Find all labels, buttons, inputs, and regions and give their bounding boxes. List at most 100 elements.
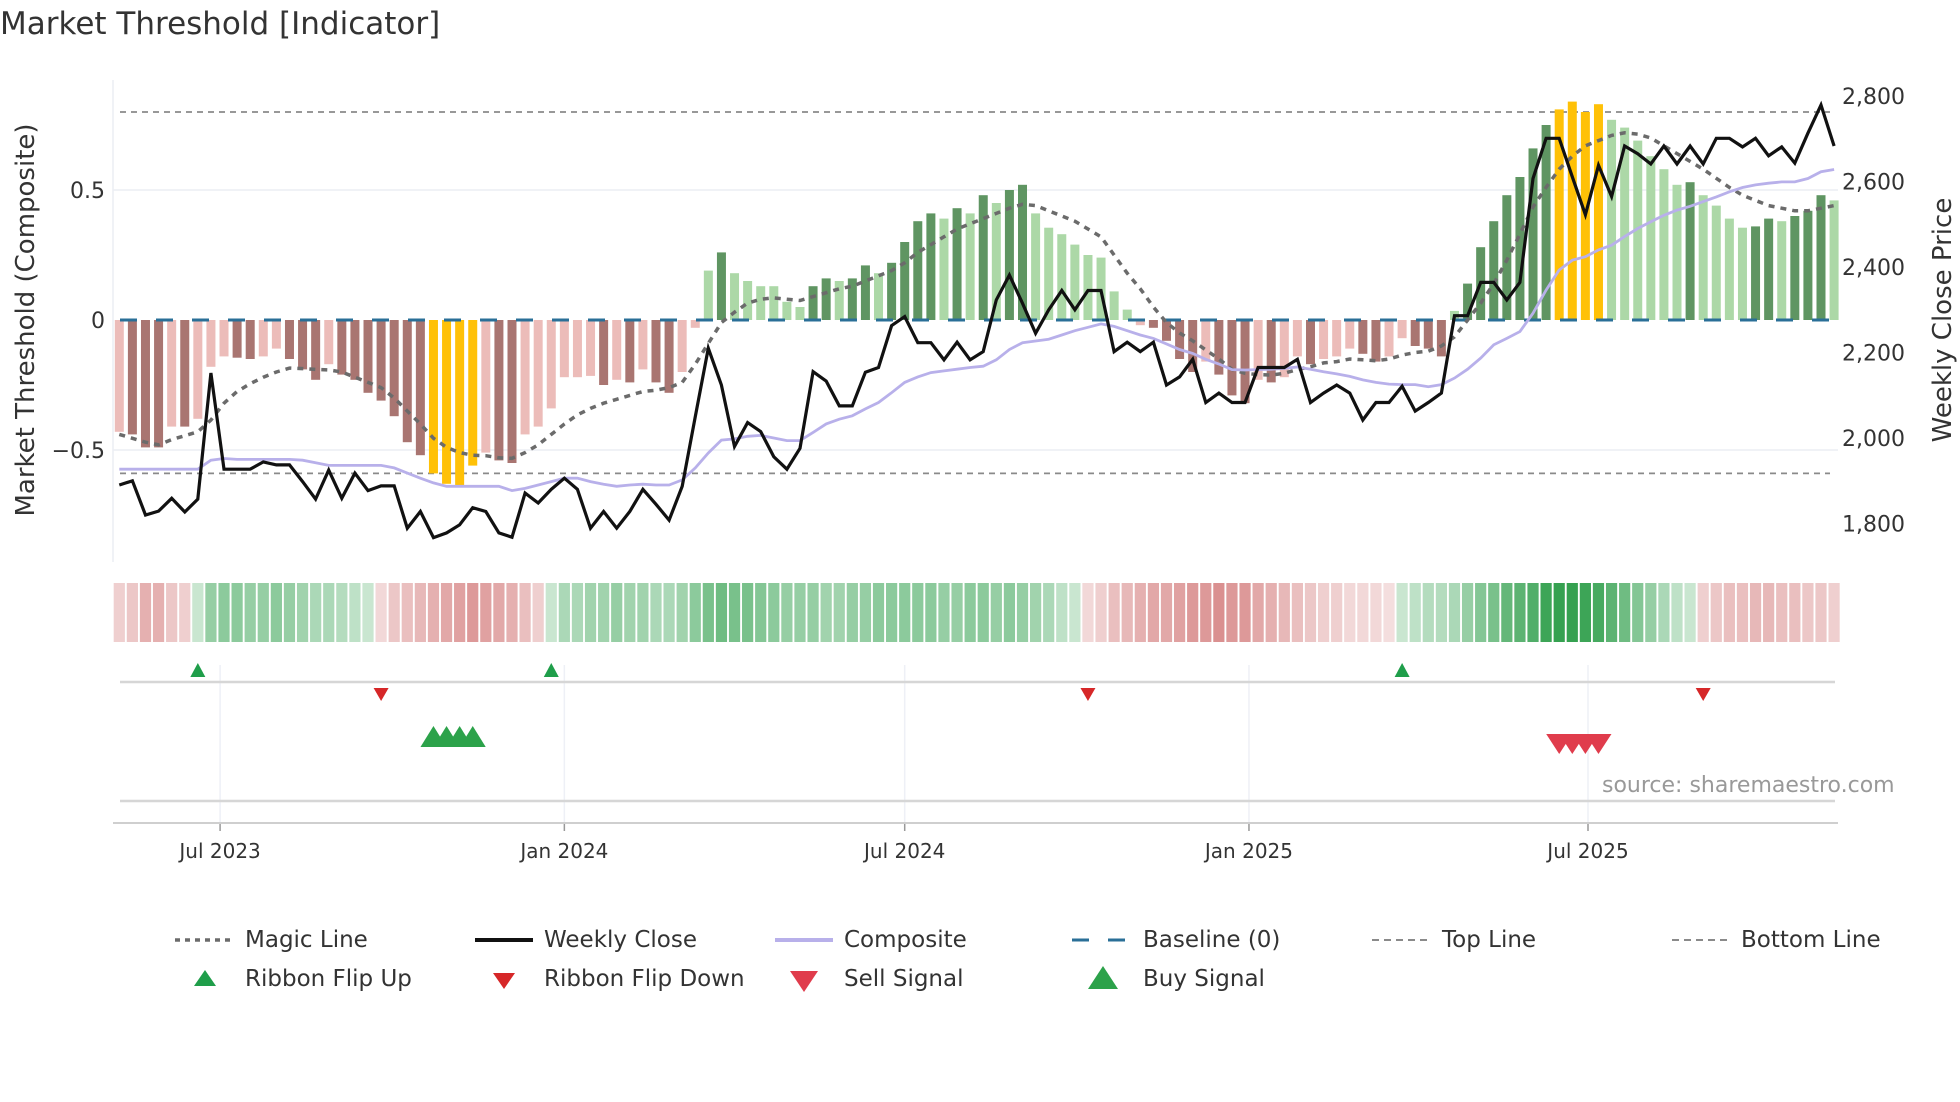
ribbon-cell (126, 583, 138, 642)
ribbon-cell (1632, 583, 1644, 642)
composite-bar (428, 320, 438, 474)
ribbon-cell (650, 583, 662, 642)
composite-bar (402, 320, 412, 443)
ribbon-cell (1134, 583, 1146, 642)
ribbon-cell (676, 583, 688, 642)
composite-bar (245, 320, 255, 359)
composite-bar (782, 301, 792, 320)
ribbon-cell (1069, 583, 1081, 642)
ribbon-cell (1697, 583, 1709, 642)
ribbon-cell (244, 583, 256, 642)
composite-bar (664, 320, 674, 393)
ribbon-cell (951, 583, 963, 642)
composite-bar (978, 195, 988, 320)
composite-bar (651, 320, 661, 383)
ribbon-cell (1422, 583, 1434, 642)
composite-bar (913, 221, 923, 320)
chart-title: Market Threshold [Indicator] (0, 6, 441, 42)
composite-bar (1109, 291, 1119, 320)
ribbon-cell (205, 583, 217, 642)
legend-label: Buy Signal (1143, 966, 1265, 992)
ribbon-cell (742, 583, 754, 642)
composite-bar (625, 320, 635, 383)
ribbon-cell (1448, 583, 1461, 642)
x-tick-label: Jan 2025 (1203, 839, 1293, 863)
legend-label: Bottom Line (1741, 927, 1881, 953)
composite-bar (612, 320, 622, 380)
ribbon-cell (1056, 583, 1068, 642)
composite-bar (442, 320, 452, 484)
ribbon-cell (152, 583, 165, 642)
ribbon-cell (1435, 583, 1447, 642)
ribbon-cell (1344, 583, 1356, 642)
composite-bar (599, 320, 609, 385)
ribbon-cell (440, 583, 453, 642)
composite-bar (756, 286, 766, 320)
ribbon-cell (139, 583, 152, 642)
composite-bar (494, 320, 504, 461)
composite-bar (1122, 309, 1132, 320)
ribbon-cell (519, 583, 531, 642)
ribbon-cell (938, 583, 950, 642)
dashed-gray-line-icon (1672, 939, 1728, 941)
ribbon-cell (781, 583, 793, 642)
composite-bar (1175, 320, 1185, 359)
composite-bar (900, 242, 910, 320)
ribbon-cell (1304, 583, 1317, 642)
ribbon-cell (427, 583, 440, 642)
composite-bar (769, 286, 779, 320)
ribbon-cell (571, 583, 584, 642)
composite-bar (874, 273, 884, 320)
ribbon-cell (702, 583, 714, 642)
left-axis-label: Market Threshold (Composite) (11, 123, 41, 516)
composite-bar (1646, 156, 1656, 320)
ribbon-cell (296, 583, 309, 642)
right-tick-label: 2,000 (1842, 427, 1905, 452)
ribbon-cell (912, 583, 924, 642)
ribbon-flip-down-marker (1080, 688, 1096, 701)
composite-line (119, 168, 1835, 493)
ribbon-cell (1475, 583, 1487, 642)
ribbon-cell (1815, 583, 1827, 642)
composite-bar (114, 320, 124, 432)
composite-bar (1816, 195, 1826, 320)
composite-bars (114, 101, 1839, 487)
ribbon-cell (336, 583, 348, 642)
composite-bar (1148, 320, 1158, 328)
composite-bar (258, 320, 268, 357)
composite-bar (140, 320, 150, 448)
right-tick-label: 2,800 (1842, 85, 1905, 110)
composite-bar (559, 320, 569, 378)
ribbon-cell (179, 583, 191, 642)
ribbon-cell (1409, 583, 1421, 642)
triangle-up-icon (194, 970, 216, 986)
ribbon-cell (532, 583, 544, 642)
composite-bar (154, 320, 164, 448)
ribbon-cell (257, 583, 269, 642)
composite-bar (1436, 320, 1446, 357)
composite-bar (1567, 101, 1577, 320)
right-tick-label: 2,400 (1842, 256, 1905, 281)
composite-bar (1711, 205, 1721, 320)
composite-bar (952, 208, 962, 320)
composite-bar (415, 320, 425, 456)
composite-bar (1057, 234, 1067, 320)
ribbon-cell (1776, 583, 1788, 642)
ribbon-cell (1802, 583, 1814, 642)
ribbon-cell (990, 583, 1002, 642)
ribbon-cell (1278, 583, 1290, 642)
ribbon-flip-down-marker (373, 688, 389, 701)
composite-bar (232, 320, 242, 358)
ribbon-cell (414, 583, 426, 642)
composite-bar (1672, 184, 1682, 320)
ribbon-cell (1357, 583, 1369, 642)
ribbon-cell (1566, 583, 1578, 642)
composite-bar (1607, 119, 1617, 320)
left-tick-label: 0.5 (70, 179, 105, 204)
legend-label: Top Line (1442, 927, 1537, 953)
composite-bar (1829, 200, 1839, 320)
composite-bar (193, 320, 203, 419)
ribbon-cell (401, 583, 413, 642)
ribbon-cell (1828, 583, 1840, 642)
composite-bar (284, 320, 294, 359)
